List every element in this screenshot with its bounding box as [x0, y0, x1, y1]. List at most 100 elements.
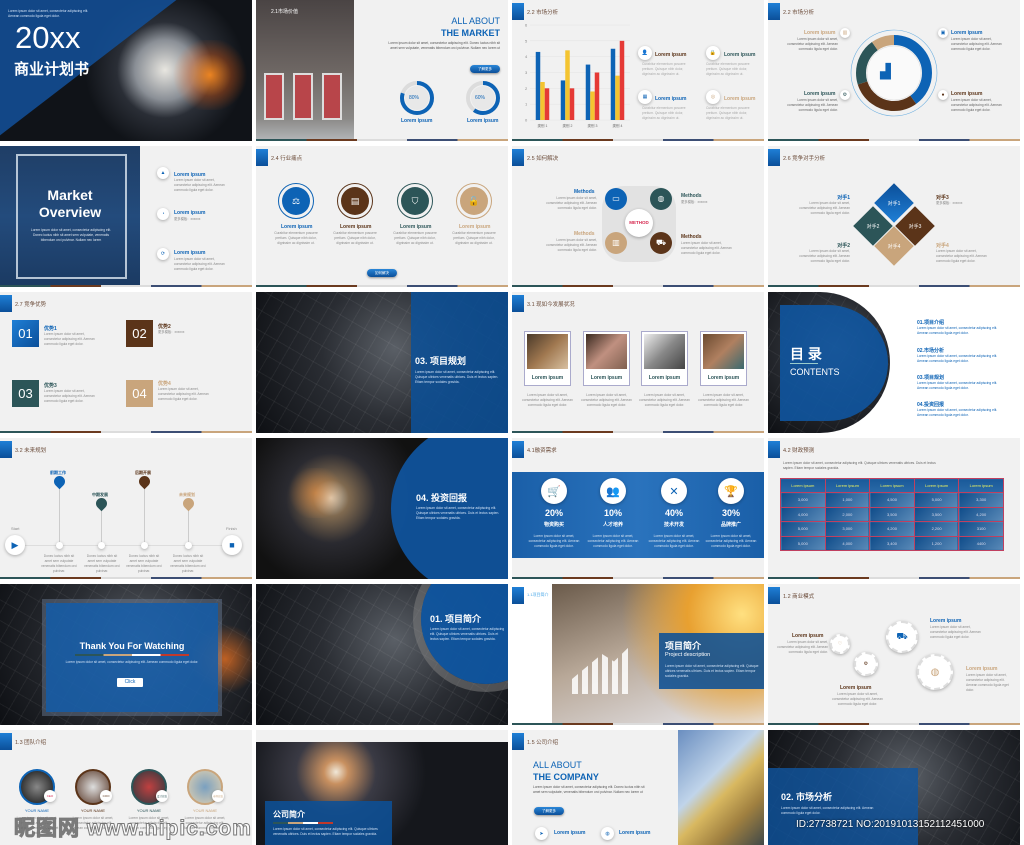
shield-icon: ⛉	[397, 183, 433, 219]
bar	[594, 72, 600, 120]
text: 更多模板：xxxxxx	[681, 200, 708, 204]
click-button[interactable]: Click	[117, 678, 143, 687]
contents-item-2[interactable]: 02.市场分析	[917, 347, 944, 354]
donut-chart	[850, 29, 938, 117]
advantage-label-4: 优势4	[158, 381, 171, 387]
text: Lorem ipsum dolor sit amet, consectetur …	[665, 664, 759, 678]
slide-section-03[interactable]: 03. 项目规划 Lorem ipsum dolor sit amet, con…	[256, 292, 508, 433]
table-cell: 2,000	[824, 506, 871, 522]
slide-market-overview[interactable]: Market Overview Lorem ipsum dolor sit am…	[0, 146, 252, 287]
text: Lorem ipsum dolor sit amet, consectetur …	[546, 238, 597, 252]
slide-company-intro[interactable]: 1.5 公司介绍 ALL ABOUT THE COMPANY Lorem ips…	[512, 730, 764, 845]
text: Lorem ipsum dolor sit amet, consectetur …	[528, 534, 580, 548]
stat-label: 人才培养	[602, 522, 623, 528]
project-title: 项目简介	[665, 641, 702, 651]
cover-text: Lorem ipsum dolor sit amet, consectetur …	[8, 9, 89, 18]
item-text: Curabitur elementum posuere pretium. Qui…	[706, 106, 750, 120]
bulb-icon: ●	[938, 90, 948, 100]
slide-section-04[interactable]: 04. 投资回报 Lorem ipsum dolor sit amet, con…	[256, 438, 508, 579]
building-photo	[256, 0, 354, 139]
table-cell: 4,000	[780, 506, 826, 522]
slide-financing[interactable]: 4.1融资需求 🛒 👥 ✕ 🏆 20% 10% 40% 30% 物资购买 人才培…	[512, 438, 764, 579]
stop-icon[interactable]: ■	[222, 535, 242, 555]
learn-more-button[interactable]: 了解更多	[470, 65, 500, 73]
overview-title-1: Market	[47, 187, 93, 203]
bar	[569, 88, 575, 120]
thank-you-title: Thank You For Watching	[79, 641, 185, 651]
slide-section-01[interactable]: 01. 项目简介 Lorem ipsum dolor sit amet, con…	[256, 584, 508, 725]
send-icon: ➤	[535, 827, 548, 840]
text: Curabitur elementum posuere pretium. Qui…	[333, 231, 377, 245]
contents-item-1[interactable]: 01.项目介绍	[917, 319, 944, 326]
contents-item-3[interactable]: 03.项目规划	[917, 374, 944, 381]
text: Lorem ipsum dolor sit amet, consectetur …	[832, 692, 883, 706]
advantage-number-2: 02	[126, 320, 153, 347]
slide-project-intro[interactable]: 1.1项目简介 项目简介 Project description Lorem i…	[512, 584, 764, 725]
solve-button[interactable]: 如何解决	[367, 269, 397, 277]
slide-current-status[interactable]: 3.1 现如今发展状况 Lorem ipsum Lorem ipsum Lore…	[512, 292, 764, 433]
section-title: 2.5 如何解决	[527, 156, 559, 162]
table-cell: 1,000	[824, 492, 871, 508]
table-cell: 3100	[958, 521, 1004, 537]
stat-percent: 30%	[721, 508, 740, 518]
section-title: 1.2 商业模式	[783, 594, 815, 600]
contents-item-4[interactable]: 04.投资回报	[917, 401, 944, 408]
slide-thank-you[interactable]: Thank You For Watching Lorem ipsum dolor…	[0, 584, 252, 725]
slide-future-plan[interactable]: 3.2 未来规划 Start ▶ Finish ■ 前期工作 中期发展 后期开展…	[0, 438, 252, 579]
slide-section-02[interactable]: 02. 市场分析 Lorem ipsum dolor sit amet, con…	[768, 730, 1020, 845]
slide-financial-forecast[interactable]: 4.2 财政预测 Lorem ipsum dolor sit amet, con…	[768, 438, 1020, 579]
text: Lorem ipsum dolor sit amet, consectetur …	[581, 393, 632, 407]
heart-gear-icon: ♡	[830, 634, 850, 654]
header-mark	[768, 3, 780, 20]
title-underline	[790, 363, 818, 364]
slide-market-donut[interactable]: 2.2 市场分析 ▟ Lorem ipsum Lorem ipsum dolor…	[768, 0, 1020, 141]
text: Lorem ipsum dolor sit amet, consectetur …	[936, 249, 987, 263]
stat-percent: 20%	[544, 508, 563, 518]
color-stripe	[256, 285, 508, 287]
text: Lorem ipsum dolor sit amet, consectetur …	[698, 393, 749, 407]
slide-solutions[interactable]: 2.5 如何解决 ▭ ◍ ▥ ⛟ METHOD Methods Lorem ip…	[512, 146, 764, 287]
color-stripe	[768, 139, 1020, 141]
text: Lorem ipsum dolor sit amet, consectetur …	[648, 534, 700, 548]
rival-2-title: 对手2	[837, 243, 850, 249]
text: Lorem ipsum dolor sit amet, consectetur …	[44, 389, 95, 403]
connector	[188, 508, 189, 545]
slide-advantages[interactable]: 2.7 竞争优势 01 02 03 04 优势1 Lorem ipsum dol…	[0, 292, 252, 433]
header-mark	[512, 295, 524, 312]
globe-gear-icon: ◍	[917, 654, 953, 690]
item-label-4: Lorem ipsum	[724, 96, 756, 102]
item-text: Curabitur elementum posuere pretium. Qui…	[706, 62, 750, 76]
table-cell: 5,000	[780, 521, 826, 537]
refresh-icon: ⟳	[157, 248, 169, 260]
pin-icon	[136, 473, 153, 490]
slide-cover[interactable]: Lorem ipsum dolor sit amet, consectetur …	[0, 0, 252, 141]
slide-competitors[interactable]: 2.6 竞争对手分析 对手1 对手2 对手3 对手4 对手1 Lorem ips…	[768, 146, 1020, 287]
color-stripe	[512, 431, 764, 433]
ring-label-1: Lorem ipsum	[401, 118, 433, 124]
cover-title: 商业计划书	[14, 61, 90, 78]
slide-pain-points[interactable]: 2.4 行业痛点 ⚖ ▤ ⛉ 🔓 Lorem ipsum Lorem ipsum…	[256, 146, 508, 287]
slide-market-chart[interactable]: 2.2 市场分析 0 1 2 3 4 5 6 类别 1 类别 2 类别 3 类别 4 👤 Lorem…	[512, 0, 764, 141]
color-stripe	[512, 285, 764, 287]
slide-market-value[interactable]: 2.1市场价值 ALL ABOUT THE MARKET Lorem ipsum…	[256, 0, 508, 141]
text: Lorem ipsum dolor sit amet, consectetur …	[917, 381, 998, 390]
slide-contents[interactable]: 目 录 CONTENTS 01.项目介绍 Lorem ipsum dolor s…	[768, 292, 1020, 433]
gear-label-4: Lorem ipsum	[840, 685, 872, 691]
text: Lorem ipsum dolor sit amet, consectetur …	[917, 326, 998, 335]
text: 更多模板：xxxxxx	[158, 330, 185, 334]
scale-icon: ⚖	[278, 183, 314, 219]
table-header-cell: Lorem ipsum	[780, 478, 826, 493]
table-cell: 3,000	[780, 492, 826, 508]
slide-company-profile[interactable]: 公司简介 Lorem ipsum dolor sit amet, consect…	[256, 730, 508, 845]
bar-chart: 0 1 2 3 4 5 6 类别 1 类别 2 类别 3 类别 4	[525, 23, 630, 128]
advantage-label-2: 优势2	[158, 324, 171, 330]
ring-value-60: 60%	[475, 95, 486, 101]
y-tick-label: 2	[525, 86, 528, 91]
forecast-table: Lorem ipsum Lorem ipsum Lorem ipsum Lorem i…	[780, 478, 1004, 551]
overview-text: Lorem ipsum dolor sit amet, consectetur …	[30, 228, 112, 242]
slide-business-model[interactable]: 1.2 商业模式 ♡ ⚙ ⛟ ◍ Lorem ipsum Lorem ipsum…	[768, 584, 1020, 725]
label-bottom-right: Lorem ipsum	[951, 91, 983, 97]
play-icon[interactable]: ▶	[5, 535, 25, 555]
table-cell: 1,200	[913, 535, 960, 551]
learn-more-button[interactable]: 了解更多	[534, 807, 564, 815]
